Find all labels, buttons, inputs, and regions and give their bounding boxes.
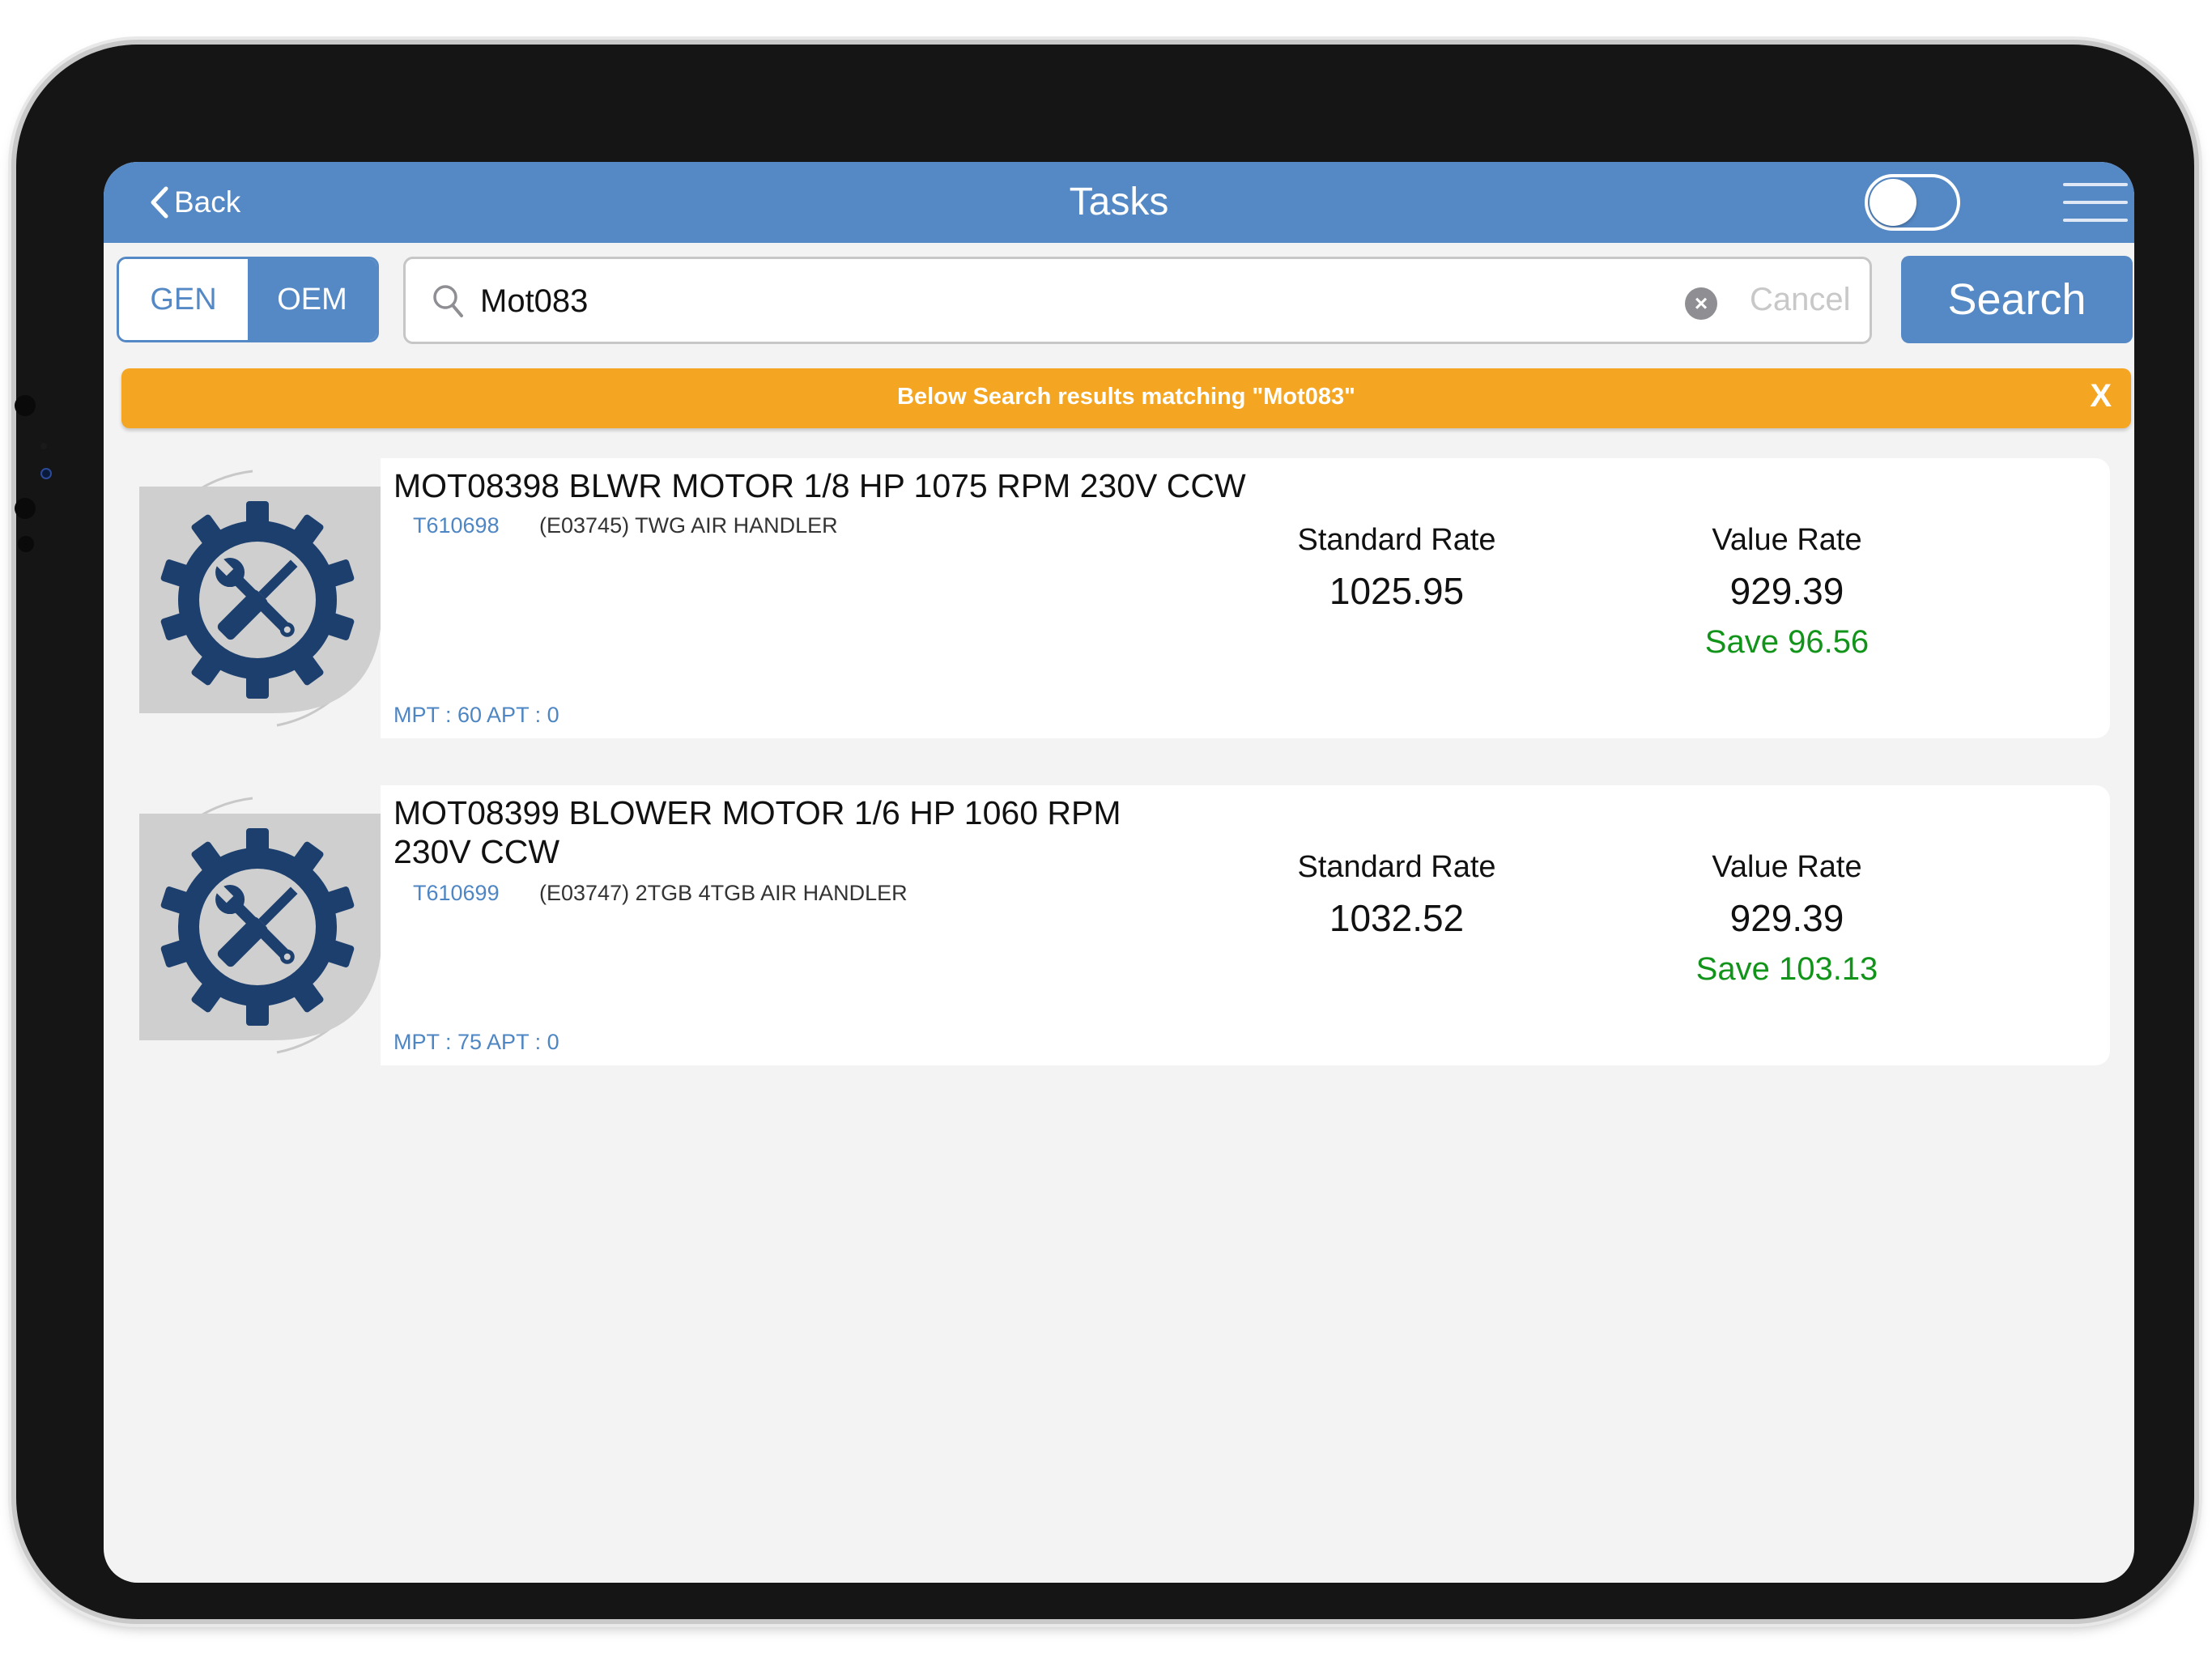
value-rate-value: 929.39 xyxy=(1729,570,1844,612)
nav-header: Back Tasks xyxy=(104,162,2134,243)
savings-value: Save 96.56 xyxy=(1704,624,1870,660)
segment-oem[interactable]: OEM xyxy=(248,259,376,340)
result-card[interactable]: MOT08399 BLOWER MOTOR 1/6 HP 1060 RPM 23… xyxy=(139,785,2110,1065)
banner-close-button[interactable]: X xyxy=(2090,378,2112,414)
mode-toggle[interactable] xyxy=(1865,174,1960,231)
mpt-apt-info: MPT : 60 APT : 0 xyxy=(393,703,559,727)
search-bar: × Cancel xyxy=(403,257,1872,344)
camera-dot xyxy=(40,443,47,449)
gen-oem-segmented-control: GEN OEM xyxy=(117,257,379,342)
cancel-button[interactable]: Cancel xyxy=(1750,282,1851,318)
search-input[interactable] xyxy=(479,274,1656,329)
standard-rate-column: Standard Rate 1032.52 xyxy=(1227,850,1567,940)
banner-message: Below Search results matching "Mot083" xyxy=(897,384,1355,410)
standard-rate-value: 1025.95 xyxy=(1329,570,1465,612)
result-card[interactable]: MOT08398 BLWR MOTOR 1/8 HP 1075 RPM 230V… xyxy=(139,458,2110,738)
standard-rate-value: 1032.52 xyxy=(1329,897,1465,939)
value-rate-column: Value Rate 929.39 Save 96.56 xyxy=(1617,523,1957,661)
task-thumbnail xyxy=(139,785,382,1065)
segment-gen[interactable]: GEN xyxy=(119,259,248,340)
gear-tools-icon xyxy=(139,797,382,1054)
value-rate-column: Value Rate 929.39 Save 103.13 xyxy=(1617,850,1957,988)
side-button xyxy=(15,395,36,416)
task-thumbnail xyxy=(139,458,382,738)
gear-tools-icon xyxy=(139,470,382,727)
tablet-frame: Back Tasks GEN OEM × Cancel xyxy=(15,45,2194,1619)
value-rate-label: Value Rate xyxy=(1712,523,1862,557)
task-description: (E03745) TWG AIR HANDLER xyxy=(539,513,838,538)
task-code: T610698 xyxy=(413,513,500,538)
result-details: MOT08399 BLOWER MOTOR 1/6 HP 1060 RPM 23… xyxy=(381,785,2110,1065)
search-icon xyxy=(433,285,463,317)
app-screen: Back Tasks GEN OEM × Cancel xyxy=(104,162,2134,1583)
search-results-banner: Below Search results matching "Mot083" X xyxy=(121,368,2131,428)
savings-value: Save 103.13 xyxy=(1695,951,1878,987)
standard-rate-label: Standard Rate xyxy=(1297,850,1496,884)
standard-rate-label: Standard Rate xyxy=(1297,523,1496,557)
side-button xyxy=(18,536,34,552)
page-title: Tasks xyxy=(1069,181,1169,223)
task-description: (E03747) 2TGB 4TGB AIR HANDLER xyxy=(539,881,908,905)
task-name: MOT08398 BLWR MOTOR 1/8 HP 1075 RPM 230V… xyxy=(393,467,1246,504)
mpt-apt-info: MPT : 75 APT : 0 xyxy=(393,1030,559,1054)
front-camera xyxy=(40,468,52,479)
hamburger-menu-icon[interactable] xyxy=(2063,176,2128,228)
clear-search-icon[interactable]: × xyxy=(1685,287,1717,320)
task-code: T610699 xyxy=(413,881,500,905)
toggle-knob xyxy=(1870,179,1916,226)
value-rate-value: 929.39 xyxy=(1729,897,1844,939)
side-button xyxy=(15,498,36,519)
task-name: MOT08399 BLOWER MOTOR 1/6 HP 1060 RPM 23… xyxy=(393,794,1121,870)
search-button[interactable]: Search xyxy=(1901,256,2133,343)
value-rate-label: Value Rate xyxy=(1712,850,1862,884)
result-details: MOT08398 BLWR MOTOR 1/8 HP 1075 RPM 230V… xyxy=(381,458,2110,738)
standard-rate-column: Standard Rate 1025.95 xyxy=(1227,523,1567,613)
